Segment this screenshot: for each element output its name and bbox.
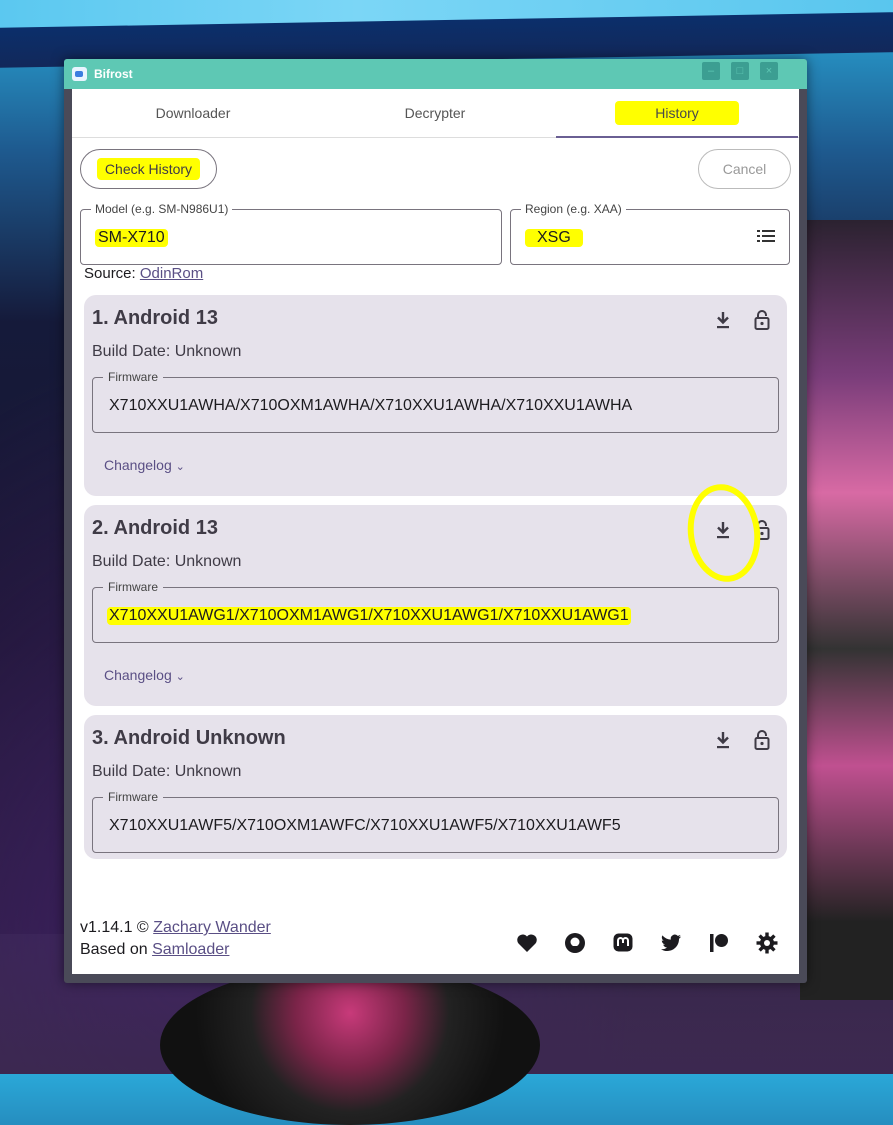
source-label: Source:: [84, 265, 136, 282]
result-card: 2. Android 13 Build Date: Unknown Firmwa…: [84, 505, 787, 706]
unlock-icon[interactable]: [751, 729, 773, 751]
changelog-toggle[interactable]: Changelog ⌄: [104, 667, 185, 683]
firmware-field[interactable]: Firmware X710XXU1AWHA/X710OXM1AWHA/X710X…: [92, 370, 779, 433]
tab-decrypter[interactable]: Decrypter: [314, 89, 556, 137]
firmware-value[interactable]: X710XXU1AWHA/X710OXM1AWHA/X710XXU1AWHA/X…: [107, 397, 634, 415]
tab-label: Downloader: [155, 105, 231, 121]
tab-history[interactable]: History: [556, 89, 798, 137]
tab-label: History: [615, 101, 739, 125]
model-field-legend: Model (e.g. SM-N986U1): [91, 202, 233, 216]
result-card: 3. Android Unknown Build Date: Unknown F…: [84, 715, 787, 859]
chevron-down-icon: ⌄: [175, 461, 185, 473]
firmware-legend: Firmware: [103, 580, 163, 594]
maximize-button[interactable]: □: [731, 62, 749, 80]
close-button[interactable]: ×: [760, 62, 778, 80]
firmware-field[interactable]: Firmware X710XXU1AWG1/X710OXM1AWG1/X710X…: [92, 580, 779, 643]
patreon-icon[interactable]: [707, 931, 731, 955]
settings-icon[interactable]: [755, 931, 779, 955]
region-field-legend: Region (e.g. XAA): [521, 202, 626, 216]
build-date: Build Date: Unknown: [92, 763, 242, 780]
firmware-field[interactable]: Firmware X710XXU1AWF5/X710OXM1AWFC/X710X…: [92, 790, 779, 853]
desktop-wallpaper-motorbike: [800, 220, 893, 1000]
samloader-link[interactable]: Samloader: [152, 941, 229, 958]
minimize-button[interactable]: –: [702, 62, 720, 80]
cancel-label: Cancel: [722, 161, 767, 177]
version-text: v1.14.1 ©: [80, 919, 149, 936]
firmware-legend: Firmware: [103, 370, 163, 384]
region-input[interactable]: XSG: [525, 229, 583, 247]
list-icon[interactable]: [757, 229, 775, 243]
twitter-icon[interactable]: [659, 931, 683, 955]
github-icon[interactable]: [563, 931, 587, 955]
active-tab-indicator: [556, 136, 798, 138]
chevron-down-icon: ⌄: [175, 671, 185, 683]
source-link[interactable]: OdinRom: [140, 265, 203, 282]
result-card: 1. Android 13 Build Date: Unknown Firmwa…: [84, 295, 787, 496]
author-link[interactable]: Zachary Wander: [153, 919, 271, 936]
source-line: Source: OdinRom: [84, 265, 203, 282]
download-icon[interactable]: [712, 309, 734, 331]
desktop-wallpaper-wheel: [160, 965, 540, 1125]
app-icon: [72, 67, 87, 81]
download-icon[interactable]: [712, 729, 734, 751]
tab-downloader[interactable]: Downloader: [72, 89, 314, 137]
based-on-line: Based on Samloader: [80, 941, 229, 959]
tab-bar: Downloader Decrypter History: [72, 89, 799, 138]
titlebar[interactable]: Bifrost – □ ×: [64, 59, 807, 89]
changelog-toggle[interactable]: Changelog ⌄: [104, 457, 185, 473]
firmware-value[interactable]: X710XXU1AWG1/X710OXM1AWG1/X710XXU1AWG1/X…: [107, 607, 631, 625]
unlock-icon[interactable]: [751, 309, 773, 331]
model-field[interactable]: Model (e.g. SM-N986U1) SM-X710: [80, 202, 502, 265]
model-input[interactable]: SM-X710: [95, 229, 168, 247]
cancel-button[interactable]: Cancel: [698, 149, 791, 189]
based-on-text: Based on: [80, 941, 148, 958]
firmware-value[interactable]: X710XXU1AWF5/X710OXM1AWFC/X710XXU1AWF5/X…: [107, 817, 623, 835]
heart-icon[interactable]: [515, 931, 539, 955]
tab-label: Decrypter: [404, 105, 466, 121]
check-history-label: Check History: [96, 158, 201, 180]
result-title: 1. Android 13: [92, 307, 218, 329]
build-date: Build Date: Unknown: [92, 343, 242, 360]
version-line: v1.14.1 © Zachary Wander: [80, 919, 271, 937]
check-history-button[interactable]: Check History: [80, 149, 217, 189]
result-title: 3. Android Unknown: [92, 727, 286, 749]
firmware-legend: Firmware: [103, 790, 163, 804]
window-title: Bifrost: [94, 67, 133, 81]
build-date: Build Date: Unknown: [92, 553, 242, 570]
region-field[interactable]: Region (e.g. XAA) XSG: [510, 202, 790, 265]
mastodon-icon[interactable]: [611, 931, 635, 955]
result-title: 2. Android 13: [92, 517, 218, 539]
changelog-label: Changelog: [104, 667, 172, 683]
changelog-label: Changelog: [104, 457, 172, 473]
